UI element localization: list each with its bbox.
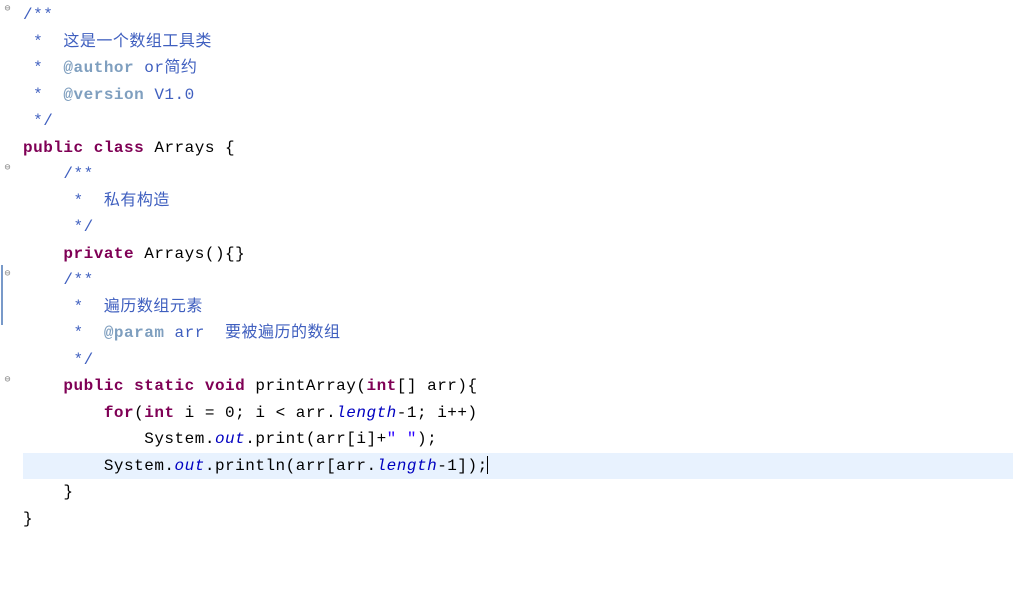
fold-marker-icon[interactable]: ⊖ — [2, 163, 13, 174]
field-length: length — [377, 457, 438, 475]
change-indicator — [1, 265, 3, 325]
code-text — [84, 139, 94, 157]
javadoc-text: or简约 — [134, 59, 197, 77]
fold-marker-icon[interactable]: ⊖ — [2, 375, 13, 386]
code-text: System. — [23, 430, 215, 448]
gutter: ⊖ ⊖ ⊖ ⊖ — [0, 0, 15, 604]
keyword-int: int — [366, 377, 396, 395]
fold-marker-icon[interactable]: ⊖ — [2, 4, 13, 15]
method-name: printArray( — [245, 377, 366, 395]
code-text: ( — [134, 404, 144, 422]
keyword-public: public — [63, 377, 124, 395]
indent — [23, 404, 104, 422]
javadoc-text: V1.0 — [144, 86, 195, 104]
keyword-public: public — [23, 139, 84, 157]
javadoc-text: 要被遍历的数组 — [225, 324, 341, 342]
code-text: -1]); — [437, 457, 488, 475]
javadoc-star: * — [23, 33, 63, 51]
javadoc-close: */ — [23, 351, 94, 369]
javadoc-star: * — [23, 59, 63, 77]
javadoc-star: * — [23, 298, 104, 316]
code-text: .print(arr[i]+ — [245, 430, 386, 448]
javadoc-text: 遍历数组元素 — [104, 298, 203, 316]
javadoc-text: 私有构造 — [104, 192, 170, 210]
code-text: System. — [23, 457, 175, 475]
field-out: out — [175, 457, 205, 475]
code-text: } — [23, 510, 33, 528]
code-content[interactable]: /** * 这是一个数组工具类 * @author or简约 * @versio… — [15, 0, 1013, 604]
javadoc-tag: @author — [63, 59, 134, 77]
javadoc-param: arr — [164, 324, 225, 342]
keyword-void: void — [205, 377, 245, 395]
code-text: i = 0; i < arr. — [175, 404, 337, 422]
javadoc-close: */ — [23, 218, 94, 236]
javadoc-tag: @version — [63, 86, 144, 104]
javadoc-star: * — [23, 324, 104, 342]
code-text: ); — [417, 430, 437, 448]
javadoc-star: * — [23, 86, 63, 104]
class-name: Arrays { — [144, 139, 235, 157]
javadoc-open: /** — [23, 271, 94, 289]
code-text: [] arr){ — [397, 377, 478, 395]
keyword-private: private — [63, 245, 134, 263]
code-text: Arrays(){} — [134, 245, 245, 263]
keyword-int: int — [144, 404, 174, 422]
string-literal: " " — [387, 430, 417, 448]
keyword-static: static — [134, 377, 195, 395]
code-text: .println(arr[arr. — [205, 457, 377, 475]
code-text — [195, 377, 205, 395]
field-out: out — [215, 430, 245, 448]
code-text — [124, 377, 134, 395]
javadoc-open: /** — [23, 6, 53, 24]
code-text: } — [23, 483, 74, 501]
keyword-class: class — [94, 139, 145, 157]
field-length: length — [336, 404, 397, 422]
code-editor: ⊖ ⊖ ⊖ ⊖ /** * 这是一个数组工具类 * @author or简约 *… — [0, 0, 1013, 604]
javadoc-tag: @param — [104, 324, 165, 342]
code-text: -1; i++) — [397, 404, 478, 422]
indent — [23, 377, 63, 395]
javadoc-close: */ — [23, 112, 53, 130]
javadoc-text: 这是一个数组工具类 — [63, 33, 212, 51]
fold-marker-icon[interactable]: ⊖ — [2, 269, 13, 280]
javadoc-star: * — [23, 192, 104, 210]
javadoc-open: /** — [23, 165, 94, 183]
keyword-for: for — [104, 404, 134, 422]
indent — [23, 245, 63, 263]
text-cursor — [487, 456, 488, 474]
